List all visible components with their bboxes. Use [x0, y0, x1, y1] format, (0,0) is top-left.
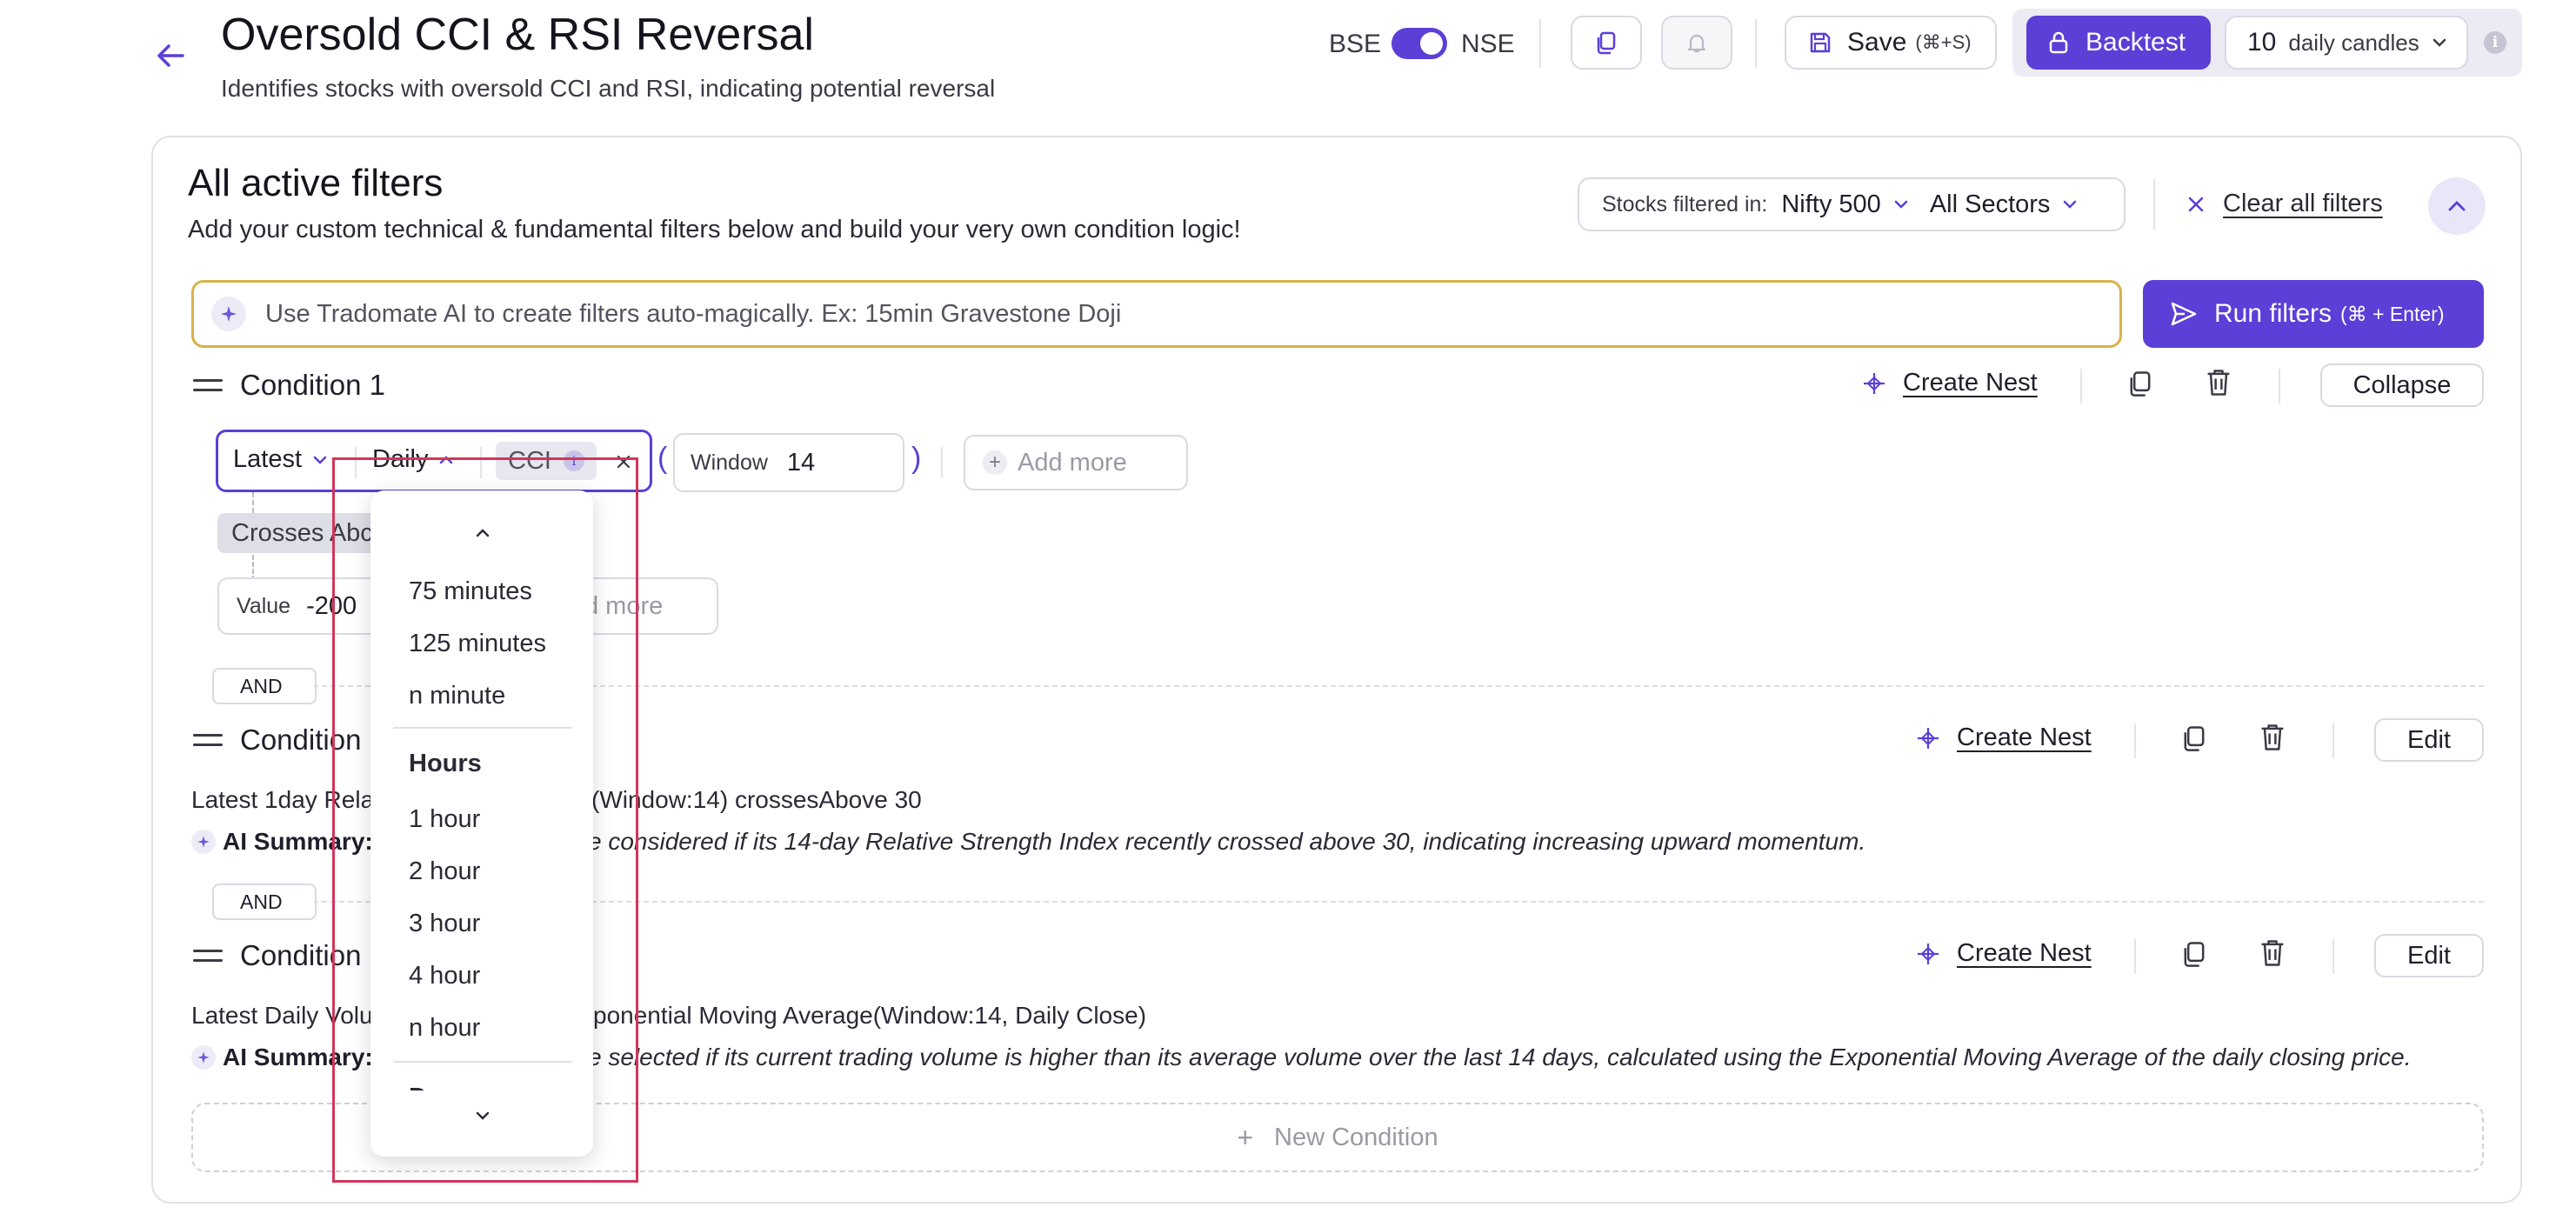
chevron-down-icon	[313, 456, 327, 464]
page-title: Oversold CCI & RSI Reversal	[221, 10, 814, 60]
save-button[interactable]: Save (⌘+S)	[1785, 16, 1997, 70]
add-more-button[interactable]: + Add more	[964, 435, 1188, 490]
logic-toggle[interactable]: AND OR	[212, 884, 317, 920]
ai-summary-icon	[191, 830, 216, 854]
save-shortcut: (⌘+S)	[1915, 31, 1972, 53]
condition2-ai-text: e considered if its 14-day Relative Stre…	[588, 828, 1866, 855]
edit-button[interactable]: Edit	[2374, 934, 2484, 977]
condition3-desc-right: xponential Moving Average(Window:14, Dai…	[581, 1002, 1147, 1029]
send-icon	[2171, 302, 2197, 326]
exchange-toggle[interactable]	[1391, 28, 1447, 59]
run-label: Run filters	[2214, 299, 2332, 328]
collapse-panel-button[interactable]	[2428, 177, 2486, 235]
universe-selector[interactable]: Stocks filtered in: Nifty 500 All Sector…	[1578, 177, 2126, 231]
plus-icon: +	[1237, 1121, 1254, 1153]
back-arrow-icon[interactable]	[153, 38, 188, 73]
candles-select[interactable]: 10 daily candles	[2225, 16, 2468, 70]
save-icon	[1810, 32, 1831, 53]
create-nest-button[interactable]: Create Nest	[1861, 369, 2038, 397]
clear-all-button[interactable]: Clear all filters	[2185, 190, 2383, 218]
sectors-value[interactable]: All Sectors	[1930, 190, 2051, 219]
value-label: Value	[237, 593, 291, 618]
create-nest-button[interactable]: Create Nest	[1915, 724, 2092, 752]
drag-handle-icon[interactable]	[193, 379, 223, 395]
chevron-up-icon	[2448, 201, 2466, 211]
ai-placeholder: Use Tradomate AI to create filters auto-…	[265, 299, 1122, 328]
condition3-ai-text: e selected if its current trading volume…	[588, 1044, 2412, 1070]
close-icon	[2188, 197, 2204, 211]
duplicate-icon[interactable]	[2179, 724, 2209, 753]
bell-icon	[1687, 34, 1706, 53]
add-more-label: Add more	[1018, 448, 1127, 477]
alert-button[interactable]	[1661, 16, 1732, 70]
chevron-down-icon	[2064, 200, 2077, 209]
paren-close: )	[911, 442, 922, 475]
logic-or[interactable]: OR	[314, 890, 315, 914]
universe-value[interactable]: Nifty 500	[1781, 190, 1880, 219]
highlight-box	[332, 457, 638, 1183]
latest-select[interactable]: Latest	[233, 445, 330, 474]
logic-or[interactable]: OR	[314, 675, 315, 698]
filtered-in-label: Stocks filtered in:	[1602, 191, 1768, 217]
save-label: Save	[1847, 28, 1907, 57]
panel-title: All active filters	[188, 162, 444, 204]
logic-toggle[interactable]: AND OR	[212, 668, 317, 704]
create-nest-label: Create Nest	[1957, 939, 2092, 967]
exchange-bse-label: BSE	[1329, 30, 1382, 58]
run-shortcut: (⌘ + Enter)	[2340, 302, 2445, 325]
new-condition-label: New Condition	[1274, 1123, 1438, 1151]
nest-icon	[1918, 943, 1939, 964]
create-nest-label: Create Nest	[1957, 724, 2092, 751]
nest-icon	[1864, 372, 1885, 394]
condition1-title: Condition 1	[240, 369, 385, 401]
run-filters-button[interactable]: Run filters (⌘ + Enter)	[2143, 280, 2484, 348]
window-label: Window	[691, 450, 768, 475]
create-nest-label: Create Nest	[1903, 369, 2038, 397]
lock-icon	[2049, 31, 2068, 54]
trash-icon[interactable]	[2258, 722, 2287, 753]
info-icon[interactable]: i	[2484, 31, 2506, 54]
panel-subtitle: Add your custom technical & fundamental …	[188, 216, 1241, 243]
drag-handle-icon[interactable]	[193, 734, 223, 750]
sparkle-icon	[211, 297, 246, 331]
edit-button[interactable]: Edit	[2374, 718, 2484, 762]
trash-icon[interactable]	[2204, 367, 2233, 398]
window-input[interactable]: Window 14	[673, 433, 904, 492]
chevron-down-icon	[2433, 38, 2446, 47]
backtest-label: Backtest	[2085, 28, 2186, 57]
duplicate-icon[interactable]	[2126, 369, 2155, 398]
copy-icon	[1597, 31, 1616, 55]
page-subtitle: Identifies stocks with oversold CCI and …	[221, 75, 996, 102]
backtest-button[interactable]: Backtest	[2026, 16, 2211, 70]
drag-handle-icon[interactable]	[193, 950, 223, 965]
logic-and[interactable]: AND	[240, 675, 283, 698]
paren-open: (	[657, 442, 668, 475]
chevron-down-icon	[1894, 200, 1908, 209]
create-nest-button[interactable]: Create Nest	[1915, 939, 2092, 968]
clear-all-label: Clear all filters	[2223, 190, 2383, 217]
duplicate-icon[interactable]	[2179, 939, 2209, 969]
exchange-nse-label: NSE	[1461, 30, 1515, 58]
ai-summary-icon	[191, 1045, 216, 1070]
nest-icon	[1918, 727, 1939, 749]
collapse-button[interactable]: Collapse	[2320, 363, 2484, 407]
window-value: 14	[786, 448, 816, 477]
candles-unit: daily candles	[2288, 29, 2419, 56]
copy-button[interactable]	[1571, 16, 1642, 70]
latest-label: Latest	[233, 445, 302, 473]
plus-icon: +	[983, 450, 1007, 475]
ai-input[interactable]: Use Tradomate AI to create filters auto-…	[191, 280, 2122, 348]
logic-and[interactable]: AND	[240, 890, 283, 914]
trash-icon[interactable]	[2258, 937, 2287, 969]
condition2-desc-right: (Window:14) crossesAbove 30	[591, 786, 922, 813]
candles-count: 10	[2247, 28, 2277, 57]
